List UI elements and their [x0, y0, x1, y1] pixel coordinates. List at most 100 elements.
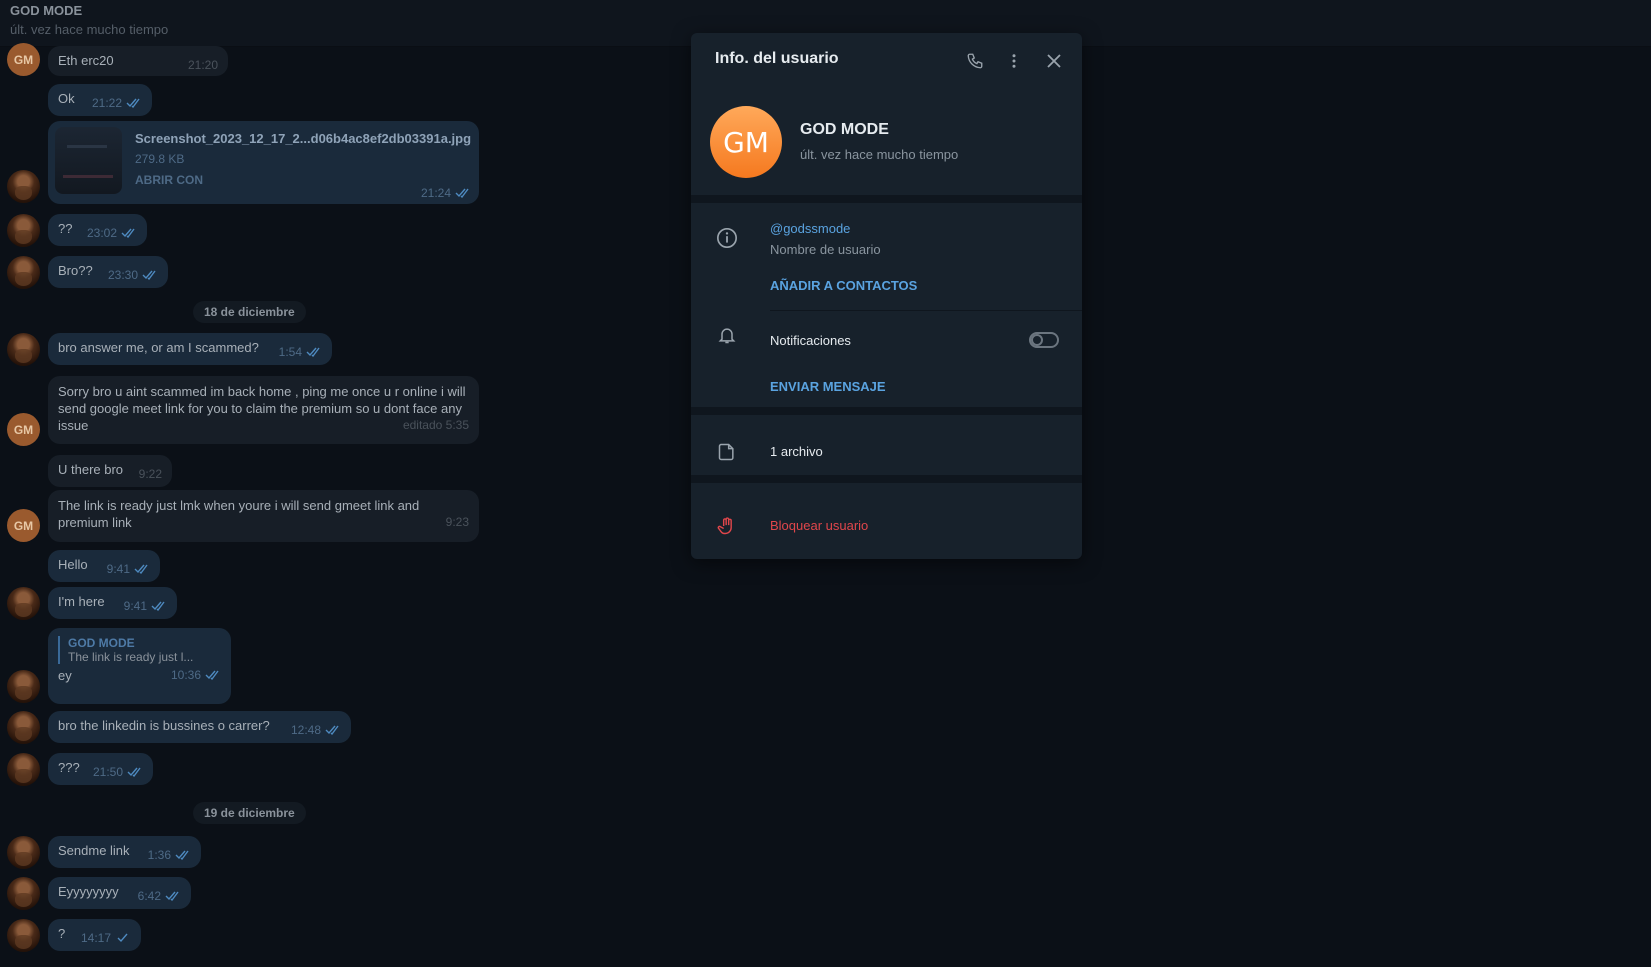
profile-status: últ. vez hace mucho tiempo [800, 147, 959, 162]
message-text: Eyyyyyyyy [58, 884, 119, 899]
message-text: Hello [58, 557, 88, 572]
add-to-contacts-button[interactable]: AÑADIR A CONTACTOS [770, 278, 917, 293]
reply-quote[interactable]: GOD MODE The link is ready just l... [58, 636, 221, 664]
file-icon [715, 440, 739, 464]
avatar[interactable] [7, 170, 40, 203]
file-thumbnail[interactable] [55, 127, 122, 194]
avatar[interactable] [7, 670, 40, 703]
message-bubble[interactable]: Hello 9:41 [48, 550, 160, 582]
username-label: Nombre de usuario [770, 242, 881, 257]
double-check-icon [175, 850, 191, 860]
avatar[interactable] [7, 711, 40, 744]
message-text: ??? [58, 760, 80, 775]
message-time: 1:54 [278, 345, 302, 359]
message-text: bro the linkedin is bussines o carrer? [58, 718, 270, 733]
message-bubble[interactable]: The link is ready just lmk when youre i … [48, 490, 479, 542]
notifications-toggle[interactable] [1029, 332, 1059, 348]
shared-files-row[interactable]: 1 archivo [770, 444, 823, 459]
message-text: The link is ready just lmk when youre i … [58, 498, 420, 530]
block-hand-icon [715, 514, 739, 538]
avatar[interactable] [7, 256, 40, 289]
message-bubble[interactable]: ??? 21:50 [48, 753, 153, 785]
avatar[interactable] [7, 333, 40, 366]
section-separator [691, 475, 1082, 483]
message-bubble[interactable]: Eth erc20 21:20 [48, 46, 228, 76]
reply-author: GOD MODE [68, 636, 135, 650]
message-bubble[interactable]: Ok 21:22 [48, 84, 152, 116]
section-separator [691, 407, 1082, 415]
message-time: 10:36 [170, 668, 201, 682]
date-separator: 18 de diciembre [193, 301, 306, 323]
message-time: 21:24 [420, 186, 451, 200]
message-text: I'm here [58, 594, 105, 609]
double-check-icon [151, 601, 167, 611]
double-check-icon [205, 670, 221, 680]
message-time: 12:48 [290, 723, 321, 737]
message-bubble[interactable]: bro answer me, or am I scammed? 1:54 [48, 333, 332, 365]
close-icon[interactable] [1042, 49, 1066, 73]
message-text: U there bro [58, 462, 124, 477]
message-text: ? [58, 926, 66, 941]
date-separator: 19 de diciembre [193, 802, 306, 824]
message-bubble[interactable]: Bro?? 23:30 [48, 256, 168, 288]
avatar[interactable] [7, 214, 40, 247]
double-check-icon [165, 891, 181, 901]
message-time: 6:42 [137, 889, 161, 903]
avatar[interactable] [7, 877, 40, 910]
message-text: Bro?? [58, 263, 93, 278]
message-text: Sendme link [58, 843, 130, 858]
file-name[interactable]: Screenshot_2023_12_17_2...d06b4ac8ef2db0… [135, 131, 471, 146]
message-time: 23:02 [86, 226, 117, 240]
message-bubble[interactable]: GOD MODE The link is ready just l... ey … [48, 628, 231, 704]
file-message[interactable]: Screenshot_2023_12_17_2...d06b4ac8ef2db0… [48, 121, 479, 204]
message-text: bro answer me, or am I scammed? [58, 340, 259, 355]
avatar[interactable] [7, 836, 40, 869]
send-message-button[interactable]: ENVIAR MENSAJE [770, 379, 886, 394]
avatar[interactable] [7, 587, 40, 620]
message-bubble[interactable]: ? 14:17 [48, 919, 141, 951]
double-check-icon [142, 270, 158, 280]
row-divider [770, 310, 1082, 311]
profile-avatar[interactable]: GM [710, 106, 782, 178]
message-time: 23:30 [107, 268, 138, 282]
double-check-icon [121, 228, 137, 238]
double-check-icon [127, 767, 143, 777]
avatar[interactable] [7, 919, 40, 952]
avatar[interactable]: GM [7, 509, 40, 542]
message-bubble[interactable]: Eyyyyyyyy 6:42 [48, 877, 191, 909]
section-separator [691, 195, 1082, 203]
avatar[interactable]: GM [7, 43, 40, 76]
message-text: Ok [58, 91, 75, 106]
message-bubble[interactable]: bro the linkedin is bussines o carrer? 1… [48, 711, 351, 743]
double-check-icon [325, 725, 341, 735]
bell-icon [715, 323, 739, 347]
message-time: 21:50 [92, 765, 123, 779]
message-time: 1:36 [147, 848, 171, 862]
block-user-button[interactable]: Bloquear usuario [770, 518, 868, 533]
message-time: 9:41 [106, 562, 130, 576]
message-time: 21:22 [91, 96, 122, 110]
open-with-button[interactable]: ABRIR CON [135, 173, 203, 187]
username-link[interactable]: @godssmode [770, 221, 850, 236]
double-check-icon [126, 98, 142, 108]
more-vertical-icon[interactable] [1002, 49, 1026, 73]
message-time: 21:20 [187, 58, 218, 72]
message-bubble[interactable]: Sendme link 1:36 [48, 836, 201, 868]
phone-icon[interactable] [963, 49, 987, 73]
avatar[interactable] [7, 753, 40, 786]
message-text: Eth erc20 [58, 53, 114, 68]
double-check-icon [455, 188, 471, 198]
message-bubble[interactable]: U there bro 9:22 [48, 455, 172, 487]
message-bubble[interactable]: I'm here 9:41 [48, 587, 177, 619]
chat-title: GOD MODE [10, 3, 83, 18]
message-text: ey [58, 668, 72, 683]
message-time: 9:22 [138, 467, 162, 481]
message-bubble[interactable]: Sorry bro u aint scammed im back home , … [48, 376, 479, 444]
message-list[interactable]: GM Eth erc20 21:20 Ok 21:22 Screenshot_2… [0, 43, 480, 967]
user-info-panel[interactable]: Info. del usuario GM GOD MODE últ. vez h… [691, 33, 1082, 559]
avatar[interactable]: GM [7, 413, 40, 446]
message-bubble[interactable]: ?? 23:02 [48, 214, 147, 246]
profile-name: GOD MODE [800, 121, 889, 138]
message-time: 14:17 [80, 931, 111, 945]
info-icon [715, 226, 739, 250]
